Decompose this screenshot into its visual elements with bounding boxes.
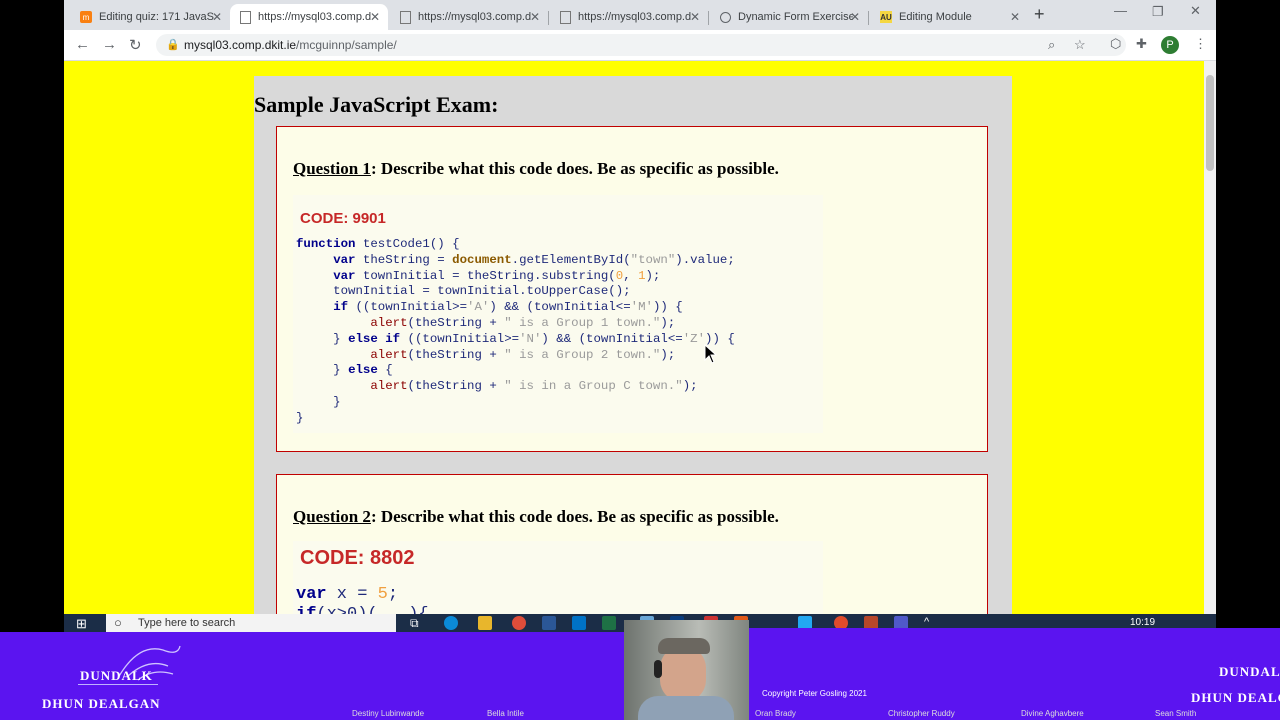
- code-snippet: function testCode1() { var theString = d…: [296, 237, 735, 425]
- extensions-puzzle-icon[interactable]: ✚: [1136, 36, 1147, 52]
- code-label: CODE: 9901: [300, 210, 386, 227]
- presenter-webcam: [624, 620, 749, 720]
- show-hidden-icons-chevron[interactable]: ^: [924, 616, 929, 628]
- code-image: CODE: 9901 function testCode1() { var th…: [293, 195, 823, 433]
- question-box-1: Question 1: Describe what this code does…: [276, 126, 988, 452]
- presenter-face: [660, 646, 706, 702]
- page-icon: [240, 10, 251, 24]
- au-icon: AU: [880, 11, 892, 23]
- scrollbar-thumb[interactable]: [1206, 75, 1214, 171]
- tab-mysql03[interactable]: https://mysql03.comp.d ✕: [550, 4, 709, 30]
- lock-icon[interactable]: 🔒: [166, 38, 180, 51]
- restore-icon[interactable]: ❐: [1152, 4, 1164, 20]
- search-placeholder: Type here to search: [138, 617, 236, 629]
- new-tab-button[interactable]: +: [1034, 4, 1045, 25]
- taskbar-search-box[interactable]: ○ Type here to search: [106, 614, 396, 632]
- minimize-icon[interactable]: —: [1114, 3, 1127, 18]
- participant-name: Destiny Lubinwande: [352, 709, 425, 718]
- excel-icon[interactable]: [602, 616, 616, 630]
- tab-dynamic-form[interactable]: Dynamic Form Exercise ✕: [710, 4, 869, 30]
- chrome-icon[interactable]: [512, 616, 526, 630]
- question-box-2: Question 2: Describe what this code does…: [276, 474, 988, 614]
- tab-title: Editing quiz: 171 JavaSc: [99, 11, 214, 23]
- participant-name: Sean Smith: [1155, 709, 1197, 718]
- back-icon[interactable]: ←: [75, 36, 90, 53]
- reload-icon[interactable]: ↻: [129, 36, 142, 54]
- globe-icon: [720, 11, 731, 23]
- code-image: CODE: 8802 var x = 5; if(x>0)(...){: [293, 541, 823, 614]
- bookmark-star-icon[interactable]: ☆: [1074, 37, 1086, 53]
- tab-title: Editing Module: [899, 11, 972, 23]
- profile-avatar[interactable]: P: [1161, 36, 1179, 54]
- question-number: Question 2: [293, 507, 371, 526]
- close-tab-icon[interactable]: ✕: [370, 10, 380, 24]
- browser-toolbar: ← → ↻ 🔒 mysql03.comp.dkit.ie/mcguinnp/sa…: [64, 30, 1216, 61]
- page-viewport: Sample JavaScript Exam: Question 1: Desc…: [64, 61, 1204, 614]
- tab-editing-quiz[interactable]: m Editing quiz: 171 JavaSc ✕: [70, 4, 231, 30]
- copyright-text: Copyright Peter Gosling 2021: [762, 689, 867, 698]
- tab-mysql03[interactable]: https://mysql03.comp.d ✕: [390, 4, 549, 30]
- mouse-cursor-icon: [704, 344, 718, 364]
- url-text[interactable]: mysql03.comp.dkit.ie/mcguinnp/sample/: [184, 38, 397, 52]
- tab-title: https://mysql03.comp.d: [418, 11, 532, 23]
- headset-icon: [654, 660, 662, 678]
- windows-start-icon[interactable]: ⊞: [76, 616, 87, 632]
- menu-kebab-icon[interactable]: ⋮: [1194, 36, 1207, 52]
- zoom-icon[interactable]: ⌕: [1048, 37, 1055, 53]
- taskbar-clock: 10:19: [1130, 617, 1156, 628]
- participant-name: Bella Intile: [487, 709, 524, 718]
- outlook-icon[interactable]: [572, 616, 586, 630]
- close-tab-icon[interactable]: ✕: [850, 10, 860, 24]
- address-bar[interactable]: 🔒 mysql03.comp.dkit.ie/mcguinnp/sample/ …: [156, 34, 1126, 56]
- tab-title: https://mysql03.comp.d: [578, 11, 692, 23]
- extension-cube-icon[interactable]: ⬡: [1110, 36, 1121, 52]
- url-host: mysql03.comp.dkit.ie: [184, 38, 297, 52]
- moodle-icon: m: [80, 11, 92, 23]
- banner-right: DUNDALK DHUN DEALGAN: [749, 628, 1280, 720]
- page-title: Sample JavaScript Exam:: [254, 92, 499, 117]
- logo-text-bottom: DHUN DEALGAN: [42, 696, 161, 711]
- close-tab-icon[interactable]: ✕: [530, 10, 540, 24]
- exam-content: Sample JavaScript Exam: Question 1: Desc…: [254, 76, 1012, 614]
- task-view-icon[interactable]: ⧉: [410, 616, 419, 631]
- banner-left: DUNDALK DHUN DEALGAN: [0, 632, 624, 720]
- page-icon: [400, 10, 411, 24]
- tab-mysql03-active[interactable]: https://mysql03.comp.d ✕: [230, 4, 388, 30]
- code-label: CODE: 8802: [300, 547, 415, 569]
- question-heading: Question 2: Describe what this code does…: [293, 507, 779, 527]
- edge-icon[interactable]: [444, 616, 458, 630]
- participant-name: Oran Brady: [755, 709, 796, 718]
- question-prompt: : Describe what this code does. Be as sp…: [370, 507, 779, 526]
- close-tab-icon[interactable]: ✕: [1010, 10, 1020, 24]
- close-tab-icon[interactable]: ✕: [212, 10, 222, 24]
- code-snippet: var x = 5; if(x>0)(...){: [296, 585, 429, 614]
- question-heading: Question 1: Describe what this code does…: [293, 159, 779, 179]
- tab-editing-module[interactable]: AU Editing Module ✕: [870, 4, 1028, 30]
- logo-text-top: DUNDALK: [80, 668, 153, 683]
- file-explorer-icon[interactable]: [478, 616, 492, 630]
- search-icon: ○: [114, 615, 122, 630]
- browser-window: m Editing quiz: 171 JavaSc ✕ https://mys…: [64, 0, 1216, 614]
- close-window-icon[interactable]: ✕: [1190, 3, 1201, 19]
- tab-title: Dynamic Form Exercise: [738, 11, 853, 23]
- url-path: /mcguinnp/sample/: [296, 38, 397, 52]
- question-prompt: : Describe what this code does. Be as sp…: [370, 159, 779, 178]
- page-icon: [560, 10, 571, 24]
- vertical-scrollbar[interactable]: [1204, 61, 1216, 614]
- tab-title: https://mysql03.comp.d: [258, 11, 372, 23]
- forward-icon[interactable]: →: [102, 36, 117, 53]
- close-tab-icon[interactable]: ✕: [690, 10, 700, 24]
- logo-text-top: DUNDALK: [1219, 664, 1280, 679]
- question-number: Question 1: [293, 159, 371, 178]
- participant-name: Christopher Ruddy: [888, 709, 955, 718]
- logo-text-bottom: DHUN DEALGAN: [1191, 690, 1280, 705]
- participant-name: Divine Aghavbere: [1021, 709, 1084, 718]
- tab-strip: m Editing quiz: 171 JavaSc ✕ https://mys…: [64, 0, 1216, 30]
- word-icon[interactable]: [542, 616, 556, 630]
